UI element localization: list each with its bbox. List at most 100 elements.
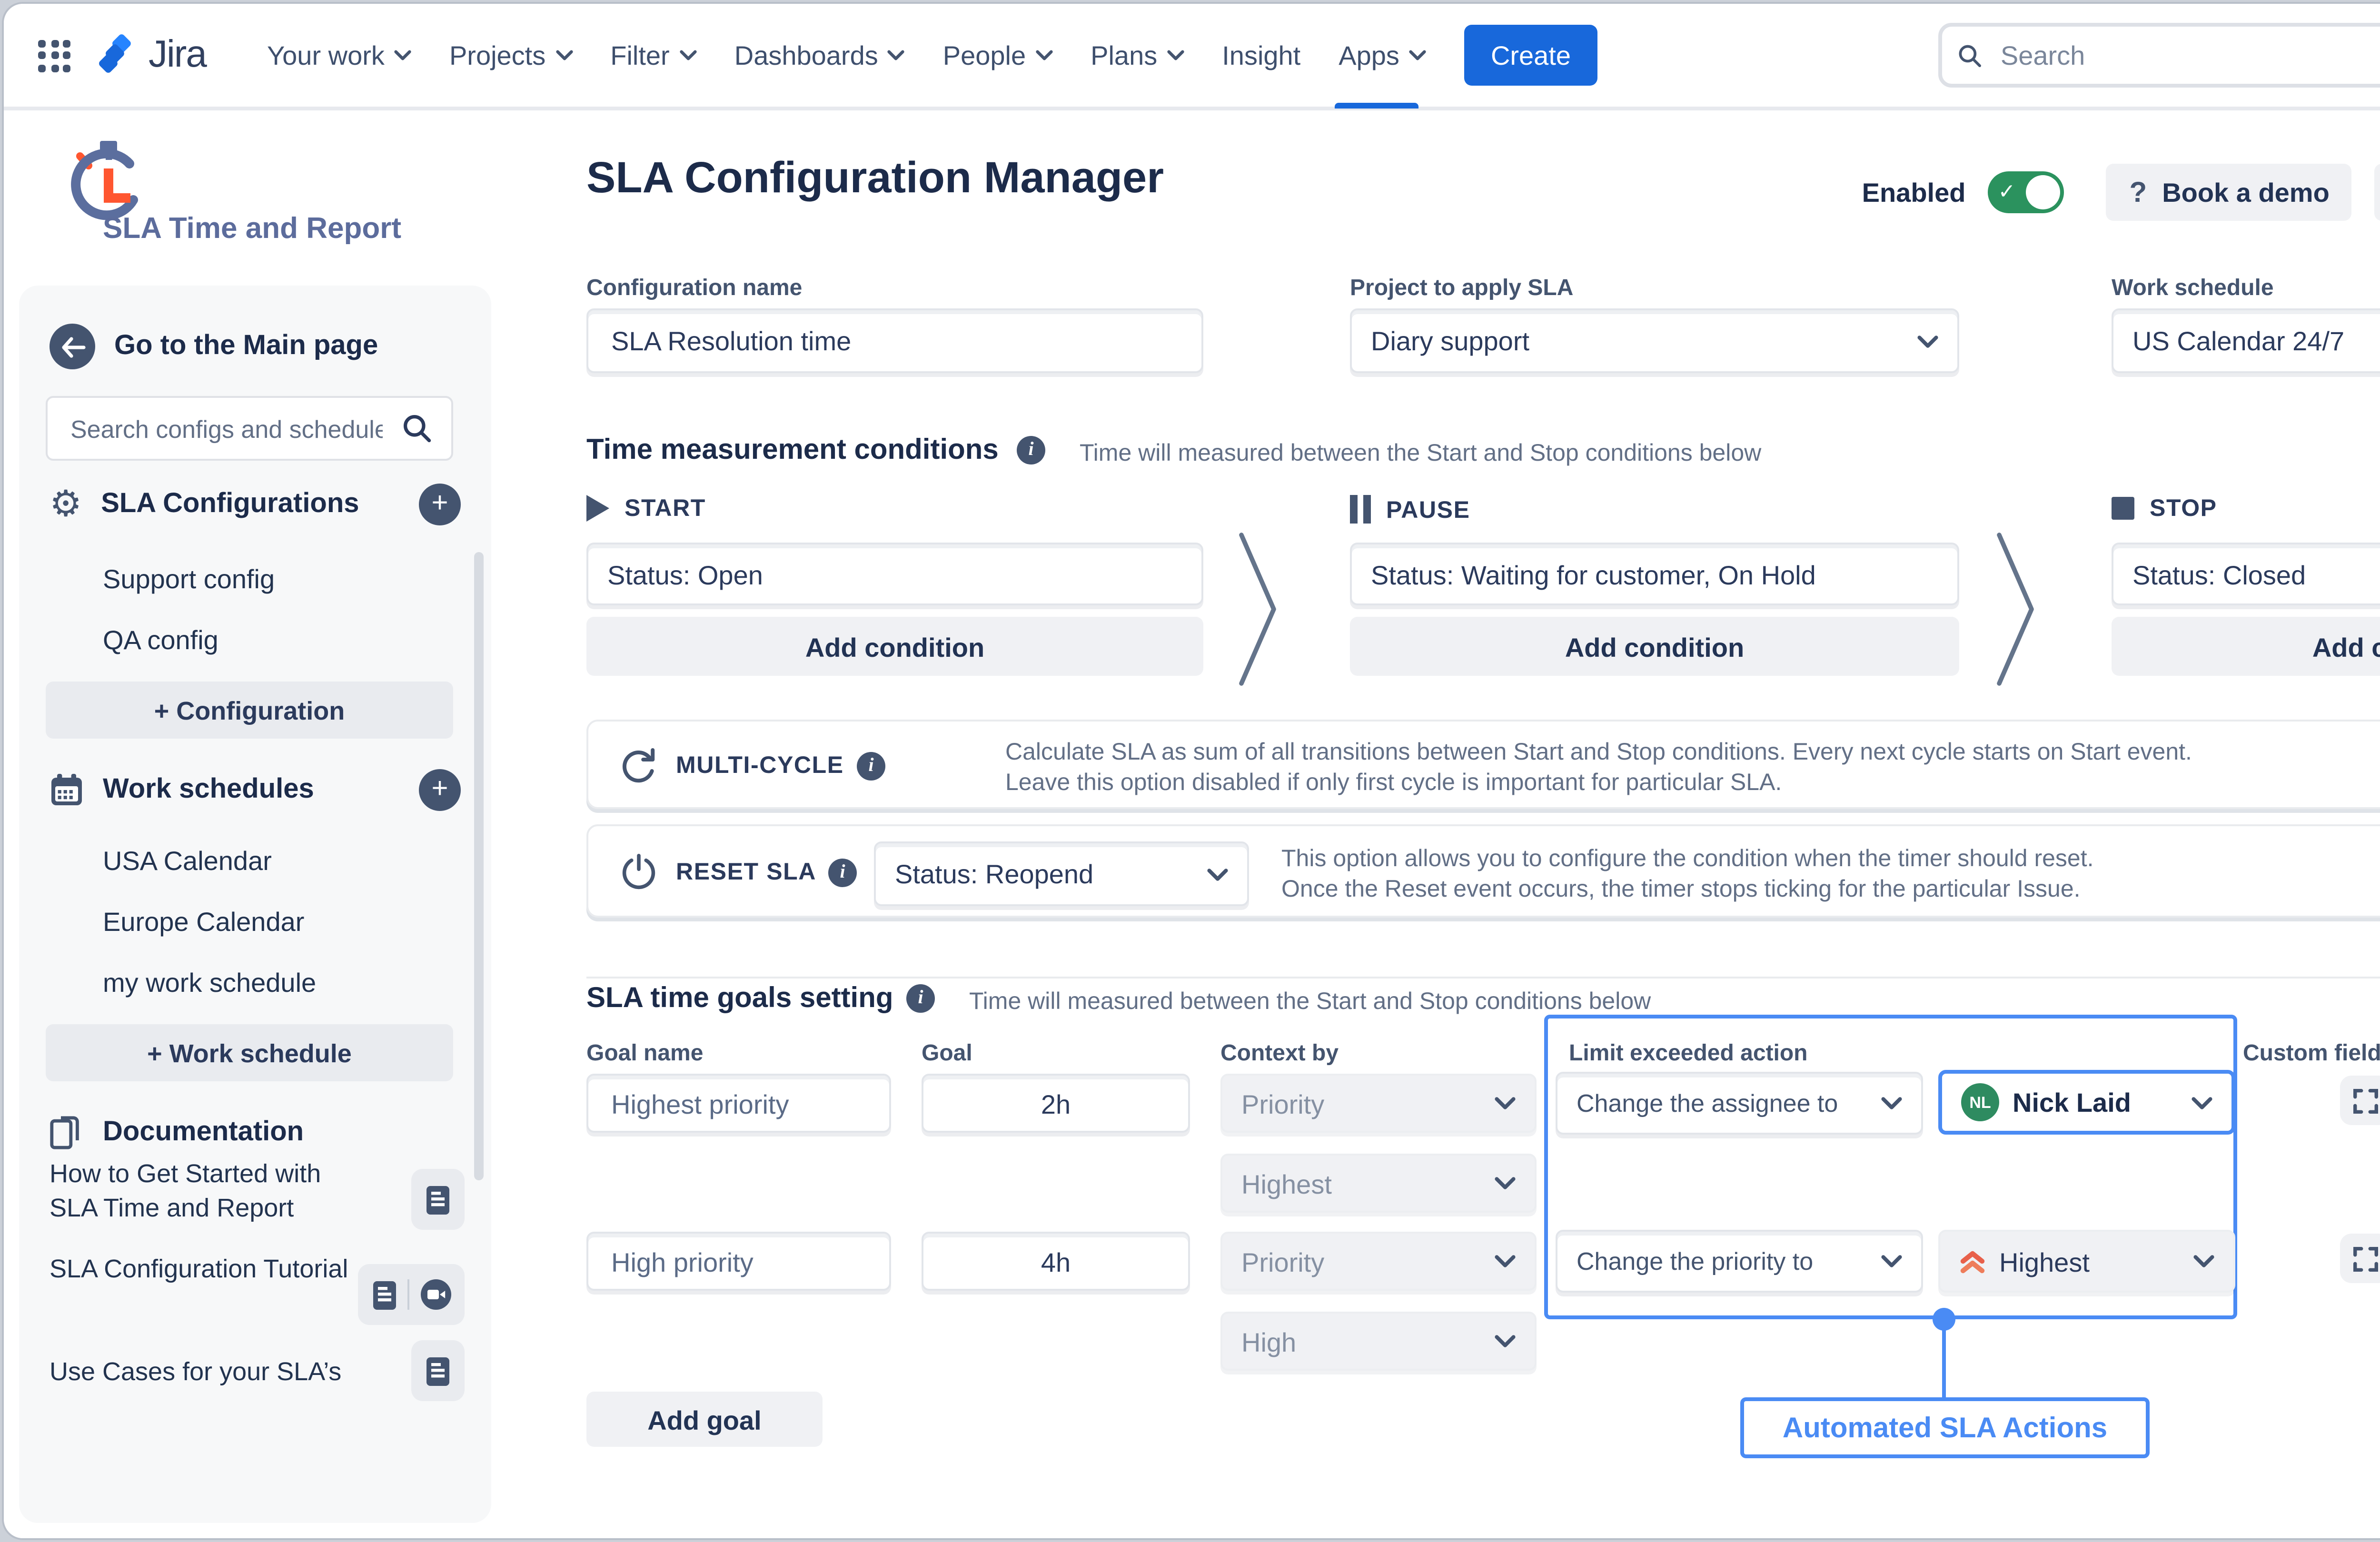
pause-add-condition-button[interactable]: Add condition bbox=[1350, 617, 1959, 676]
article-icon bbox=[372, 1280, 395, 1309]
nav-insight[interactable]: Insight bbox=[1203, 4, 1319, 109]
pause-condition-field[interactable]: Status: Waiting for customer, On Hold bbox=[1350, 543, 1959, 605]
top-navigation-bar: Jira Your work Projects Filter Dashboard… bbox=[4, 4, 2380, 110]
sidebar-search[interactable] bbox=[46, 396, 453, 461]
time-conditions-title: Time measurement conditions bbox=[586, 434, 999, 466]
multi-cycle-icon bbox=[619, 746, 657, 786]
app-title: SLA Time and Report bbox=[103, 213, 503, 247]
add-configuration-icon-button[interactable]: + bbox=[419, 484, 461, 525]
book-a-demo-button[interactable]: ? Book a demo bbox=[2107, 164, 2352, 221]
enabled-toggle[interactable]: ✓ bbox=[1989, 171, 2065, 213]
info-icon[interactable]: i bbox=[828, 859, 857, 887]
add-goal-button[interactable]: Add goal bbox=[586, 1392, 823, 1447]
doc-tutorial-buttons[interactable] bbox=[358, 1264, 465, 1325]
work-schedules-section-header: Work schedules + bbox=[50, 769, 461, 811]
global-search-input[interactable] bbox=[1997, 38, 2380, 72]
assignee-select[interactable]: NL Nick Laid bbox=[1938, 1070, 2235, 1135]
expand-button[interactable] bbox=[2340, 1076, 2380, 1125]
nav-filter[interactable]: Filter bbox=[591, 4, 715, 109]
limit-action-select[interactable]: Change the priority to bbox=[1556, 1230, 1923, 1293]
sidebar-item-europe-calendar[interactable]: Europe Calendar bbox=[103, 906, 304, 937]
sidebar-search-input[interactable] bbox=[67, 412, 387, 445]
goal-name-field[interactable] bbox=[586, 1074, 891, 1133]
app-switcher-icon[interactable] bbox=[38, 39, 70, 71]
nav-projects[interactable]: Projects bbox=[430, 4, 591, 109]
divider bbox=[407, 1279, 408, 1310]
project-label: Project to apply SLA bbox=[1350, 274, 1573, 301]
reset-sla-card: RESET SLA i Status: Reopend This option … bbox=[586, 824, 2380, 918]
goal-name-input[interactable] bbox=[607, 1244, 870, 1278]
stop-add-condition-button[interactable]: Add condition bbox=[2112, 617, 2380, 676]
configuration-name-input[interactable] bbox=[607, 324, 1182, 358]
configuration-name-label: Configuration name bbox=[586, 274, 802, 301]
doc-article-button[interactable] bbox=[411, 1340, 465, 1401]
video-icon bbox=[420, 1279, 450, 1310]
priority-value-select[interactable]: Highest bbox=[1938, 1230, 2235, 1293]
goal-value-input[interactable] bbox=[942, 1086, 1169, 1120]
jira-logo[interactable]: Jira bbox=[97, 33, 206, 77]
sidebar-item-support-config[interactable]: Support config bbox=[103, 563, 275, 594]
flow-chevron-icon bbox=[1236, 529, 1281, 689]
start-add-condition-button[interactable]: Add condition bbox=[586, 617, 1203, 676]
info-icon[interactable]: i bbox=[1017, 436, 1045, 465]
sidebar-item-usa-calendar[interactable]: USA Calendar bbox=[103, 845, 272, 876]
global-search[interactable] bbox=[1939, 23, 2380, 88]
sidebar-item-my-work-schedule[interactable]: my work schedule bbox=[103, 967, 316, 998]
context-value-select[interactable]: Highest bbox=[1220, 1154, 1537, 1213]
reset-sla-label: RESET SLA bbox=[676, 859, 816, 885]
nav-your-work[interactable]: Your work bbox=[248, 4, 430, 109]
sidebar-panel: Go to the Main page ⚙ SLA Configurations… bbox=[19, 286, 491, 1523]
goal-header: Goal bbox=[922, 1039, 972, 1066]
goal-value-field[interactable] bbox=[922, 1074, 1190, 1133]
setup-wizard-button[interactable]: Setup Wizard bbox=[2375, 164, 2380, 221]
app-window: Jira Your work Projects Filter Dashboard… bbox=[4, 4, 2380, 1538]
priority-highest-icon bbox=[1959, 1248, 1986, 1275]
stop-condition-field[interactable]: Status: Closed bbox=[2112, 543, 2380, 605]
configurations-gear-icon: ⚙ bbox=[50, 486, 82, 523]
goal-value-input[interactable] bbox=[942, 1244, 1169, 1278]
start-condition-field[interactable]: Status: Open bbox=[586, 543, 1203, 605]
nav-plans[interactable]: Plans bbox=[1071, 4, 1203, 109]
add-work-schedule-button[interactable]: + Work schedule bbox=[46, 1024, 453, 1081]
nav-dashboards[interactable]: Dashboards bbox=[715, 4, 924, 109]
add-configuration-button[interactable]: + Configuration bbox=[46, 682, 453, 739]
expand-button[interactable] bbox=[2340, 1234, 2380, 1283]
sidebar-scrollbar[interactable] bbox=[474, 552, 484, 1180]
doc-link-use-cases[interactable]: Use Cases for your SLA’s bbox=[50, 1355, 350, 1390]
project-select[interactable]: Diary support bbox=[1350, 308, 1959, 373]
add-schedule-icon-button[interactable]: + bbox=[419, 769, 461, 811]
goal-value-field[interactable] bbox=[922, 1232, 1190, 1291]
go-to-main-page-button[interactable]: Go to the Main page bbox=[50, 324, 378, 369]
doc-article-button[interactable] bbox=[411, 1169, 465, 1230]
assignee-avatar: NL bbox=[1961, 1083, 1999, 1121]
pause-column-header: PAUSE bbox=[1350, 495, 1470, 524]
context-by-select[interactable]: Priority bbox=[1220, 1232, 1537, 1291]
nav-apps[interactable]: Apps bbox=[1319, 4, 1445, 109]
info-icon[interactable]: i bbox=[906, 984, 935, 1013]
doc-link-configuration-tutorial[interactable]: SLA Configuration Tutorial bbox=[50, 1253, 350, 1287]
goal-name-field[interactable] bbox=[586, 1232, 891, 1291]
search-icon bbox=[1958, 41, 1983, 69]
multi-cycle-description: Calculate SLA as sum of all transitions … bbox=[1005, 737, 2192, 798]
doc-link-get-started[interactable]: How to Get Started with SLA Time and Rep… bbox=[50, 1157, 350, 1226]
context-by-select[interactable]: Priority bbox=[1220, 1074, 1537, 1133]
info-icon[interactable]: i bbox=[857, 752, 885, 781]
enabled-label: Enabled bbox=[1862, 177, 1966, 208]
article-icon bbox=[426, 1356, 449, 1385]
configuration-name-field[interactable] bbox=[586, 308, 1203, 373]
create-button[interactable]: Create bbox=[1464, 25, 1597, 86]
question-icon: ? bbox=[2130, 176, 2147, 208]
back-arrow-icon bbox=[50, 324, 95, 369]
goal-name-header: Goal name bbox=[586, 1039, 703, 1066]
goal-name-input[interactable] bbox=[607, 1086, 870, 1120]
stop-icon bbox=[2112, 497, 2134, 520]
custom-field-header: Custom field bbox=[2243, 1039, 2380, 1066]
sidebar-item-qa-config[interactable]: QA config bbox=[103, 624, 218, 655]
jira-logo-icon bbox=[97, 34, 137, 76]
start-column-header: START bbox=[586, 495, 706, 522]
reset-condition-select[interactable]: Status: Reopend bbox=[874, 841, 1249, 906]
limit-action-select[interactable]: Change the assignee to bbox=[1556, 1072, 1923, 1135]
context-value-select[interactable]: High bbox=[1220, 1312, 1537, 1371]
nav-people[interactable]: People bbox=[924, 4, 1071, 109]
work-schedule-select[interactable]: US Calendar 24/7 bbox=[2112, 308, 2380, 373]
